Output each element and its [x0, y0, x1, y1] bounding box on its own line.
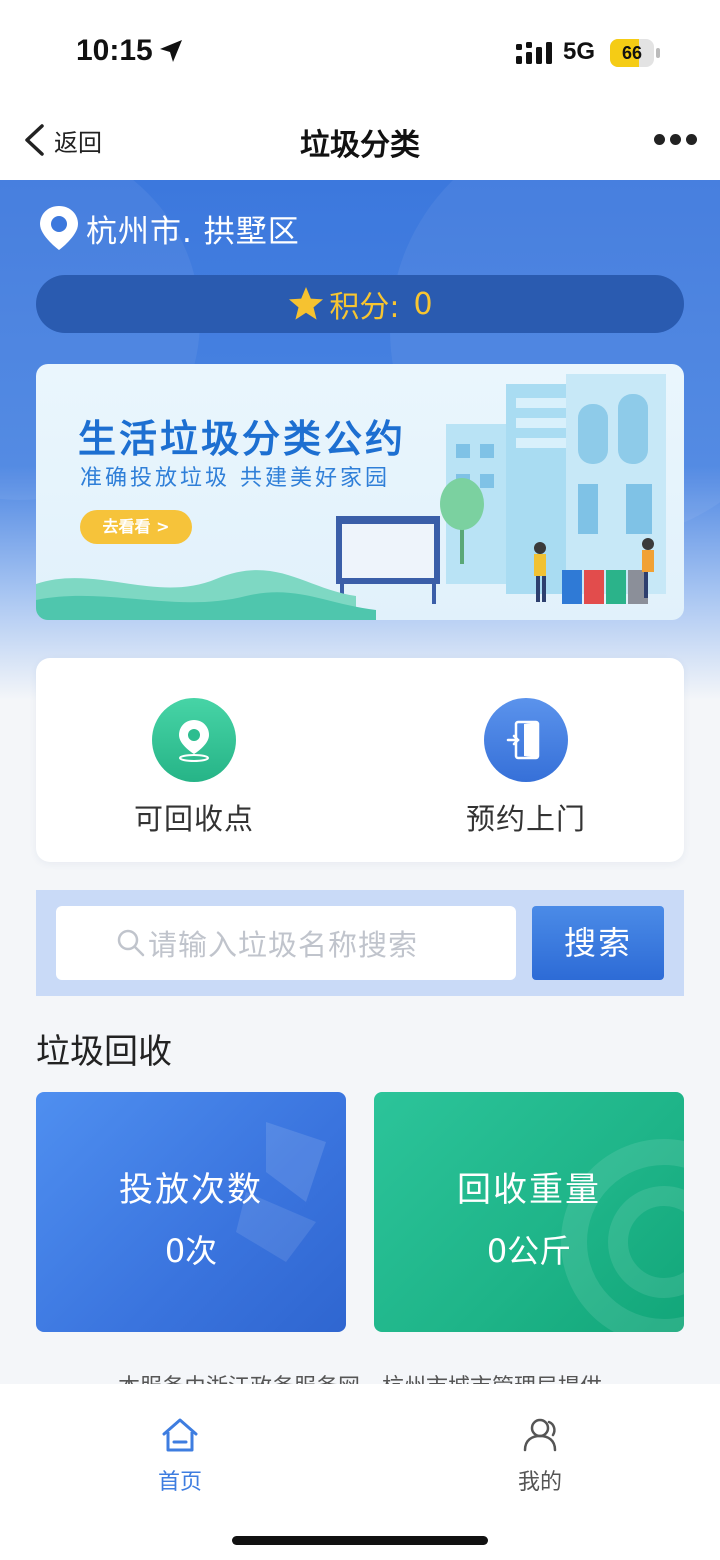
points-label: 积分: [329, 290, 400, 325]
tab-label: 首页 [157, 1470, 202, 1495]
location-arrow-icon [160, 40, 182, 62]
search-input[interactable]: 请输入垃圾名称搜索 [56, 906, 516, 980]
door-icon [506, 720, 540, 760]
battery-icon: 66 [610, 39, 660, 67]
location-text: 杭州市. 拱墅区 [86, 213, 300, 250]
banner-cta-button[interactable]: 去看看 > [80, 510, 192, 544]
search-icon [117, 929, 145, 957]
star-icon [289, 287, 324, 320]
tab-home[interactable]: 首页 [120, 1416, 240, 1496]
battery-level: 66 [621, 43, 643, 63]
stat-label: 投放次数 [119, 1170, 263, 1210]
section-title: 垃圾回收 [36, 1032, 172, 1072]
back-label: 返回 [54, 128, 102, 157]
nav-bar: 垃圾分类 返回 [0, 100, 720, 180]
search-button[interactable]: 搜索 [532, 906, 664, 980]
banner-title: 生活垃圾分类公约 [78, 417, 407, 461]
network-label: 5G [563, 38, 596, 65]
service-label: 预约上门 [465, 802, 586, 836]
chevron-left-icon [25, 124, 44, 156]
tab-mine[interactable]: 我的 [480, 1416, 600, 1496]
more-button[interactable] [654, 134, 698, 146]
tab-label: 我的 [517, 1470, 562, 1495]
points-value: 0 [413, 286, 433, 322]
back-button[interactable]: 返回 [22, 120, 102, 160]
home-indicator [232, 1536, 488, 1545]
location-pin-icon [179, 720, 209, 762]
status-time: 10:15 [76, 34, 153, 67]
search-bar: 请输入垃圾名称搜索 搜索 [36, 890, 684, 996]
user-icon [523, 1418, 557, 1452]
service-recycling-point[interactable]: 可回收点 [94, 698, 294, 838]
search-placeholder: 请输入垃圾名称搜索 [148, 928, 419, 962]
service-book-pickup[interactable]: 预约上门 [426, 698, 626, 838]
services-card: 可回收点 预约上门 [36, 658, 684, 862]
banner-illustration [36, 374, 666, 620]
stat-value: 0次 [164, 1232, 218, 1270]
stat-label: 回收重量 [457, 1170, 601, 1210]
stat-card-weight[interactable]: 回收重量 0公斤 [374, 1092, 684, 1332]
service-icon-circle [152, 698, 236, 782]
home-icon [162, 1418, 198, 1452]
service-icon-circle [484, 698, 568, 782]
more-icon [654, 134, 665, 145]
signal-icon [516, 42, 552, 64]
banner-subtitle: 准确投放垃圾 共建美好家园 [80, 466, 390, 491]
stat-value: 0公斤 [486, 1232, 572, 1270]
tab-bar: 首页 我的 [0, 1384, 720, 1560]
location-selector[interactable]: 杭州市. 拱墅区 [38, 204, 300, 252]
page-title: 垃圾分类 [300, 128, 420, 163]
status-bar: 10:15 5G 66 [0, 0, 720, 100]
points-bar[interactable]: 积分: 0 [36, 275, 684, 333]
location-pin-icon [40, 206, 78, 250]
promo-banner[interactable]: 生活垃圾分类公约 准确投放垃圾 共建美好家园 去看看 > [36, 364, 684, 620]
footer-note: 本服务由浙江政务服务网、杭州市城市管理局提供 [0, 1370, 720, 1384]
service-label: 可回收点 [133, 802, 254, 836]
stat-card-drop-count[interactable]: 投放次数 0次 [36, 1092, 346, 1332]
